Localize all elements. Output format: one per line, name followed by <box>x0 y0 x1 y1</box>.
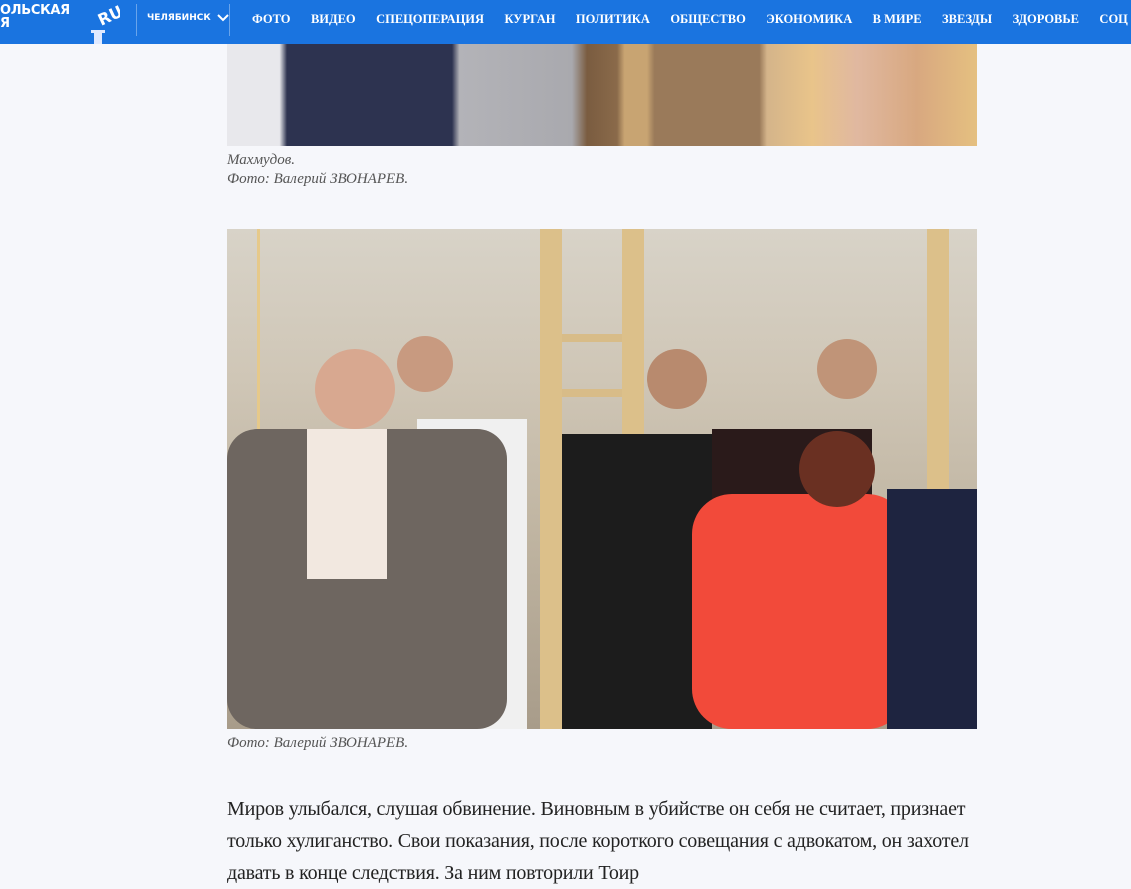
nav-item-society[interactable]: ОБЩЕСТВО <box>670 12 745 27</box>
top-navigation-bar: ОЛЬСКАЯ Я RU ЧЕЛЯБИНСК ФОТО ВИДЕО СПЕЦОПЕ… <box>0 0 1131 44</box>
photo-credit: Фото: Валерий ЗВОНАРЕВ. <box>227 735 409 751</box>
article-paragraph: Миров улыбался, слушая обвинение. Виновн… <box>227 798 969 884</box>
nav-item-economy[interactable]: ЭКОНОМИКА <box>766 12 852 27</box>
ru-column-logo-icon[interactable]: RU <box>86 0 120 44</box>
nav-item-world[interactable]: В МИРЕ <box>873 12 922 27</box>
logo-line-1: ОЛЬСКАЯ <box>0 3 70 18</box>
courtroom-photo-illustration <box>227 229 977 729</box>
nav-item-special-operation[interactable]: СПЕЦОПЕРАЦИЯ <box>376 12 484 27</box>
nav-item-kurgan[interactable]: КУРГАН <box>504 12 555 27</box>
nav-item-stars[interactable]: ЗВЕЗДЫ <box>942 12 992 27</box>
nav-item-social[interactable]: СОЦ <box>1099 12 1127 27</box>
nav-item-video[interactable]: ВИДЕО <box>311 12 356 27</box>
article-photo-mahmudov[interactable] <box>227 44 977 146</box>
divider <box>229 4 230 36</box>
article-photo-courtroom[interactable] <box>227 229 977 729</box>
nav-item-health[interactable]: ЗДОРОВЬЕ <box>1013 12 1079 27</box>
photo-caption: Фото: Валерий ЗВОНАРЕВ. <box>227 734 408 753</box>
caption-text: Махмудов. <box>227 152 295 168</box>
site-logo[interactable]: ОЛЬСКАЯ Я <box>0 4 70 30</box>
logo-line-2: Я <box>0 16 10 31</box>
photo-caption: Махмудов. Фото: Валерий ЗВОНАРЕВ. <box>227 151 408 189</box>
nav-item-photo[interactable]: ФОТО <box>252 12 291 27</box>
chevron-down-icon <box>217 14 229 22</box>
svg-text:RU: RU <box>95 2 120 30</box>
city-label: ЧЕЛЯБИНСК <box>147 13 211 23</box>
city-selector[interactable]: ЧЕЛЯБИНСК <box>147 13 229 23</box>
divider <box>136 4 137 36</box>
photo-credit: Фото: Валерий ЗВОНАРЕВ. <box>227 171 409 187</box>
nav-item-politics[interactable]: ПОЛИТИКА <box>576 12 650 27</box>
main-nav: ФОТО ВИДЕО СПЕЦОПЕРАЦИЯ КУРГАН ПОЛИТИКА … <box>252 0 1128 38</box>
